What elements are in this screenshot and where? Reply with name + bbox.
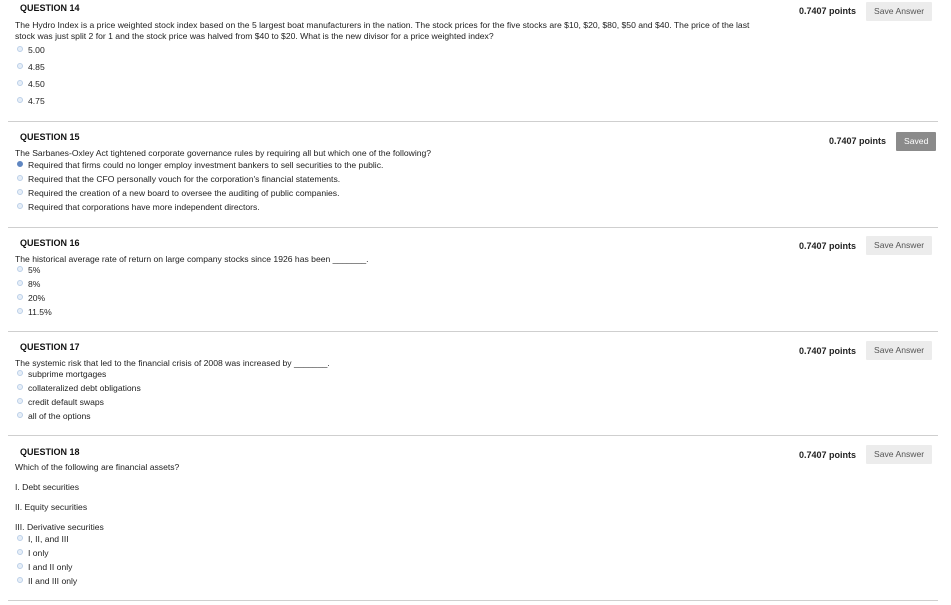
option-label: collateralized debt obligations [28,383,141,393]
radio-icon[interactable] [17,398,23,404]
option-label: 20% [28,293,46,303]
option-label: I, II, and III [28,534,69,544]
question-divider [8,435,938,436]
radio-icon[interactable] [17,97,23,103]
radio-icon[interactable] [17,280,23,286]
radio-icon[interactable] [17,294,23,300]
answer-option[interactable]: 11.5% [17,307,52,318]
radio-icon[interactable] [17,175,23,181]
answer-option[interactable]: I and II only [17,562,72,573]
question-title: QUESTION 18 [20,447,80,457]
answer-option[interactable]: 4.85 [17,62,45,73]
option-label: I and II only [28,562,73,572]
points-label: 0.7407 points [829,136,887,146]
answer-option[interactable]: collateralized debt obligations [17,383,141,394]
answer-option[interactable]: Required that firms could no longer empl… [17,160,383,171]
option-label: 4.50 [28,79,45,89]
radio-icon[interactable] [17,384,23,390]
answer-option[interactable]: II and III only [17,576,77,587]
answer-option[interactable]: credit default swaps [17,397,104,408]
answer-option[interactable]: I, II, and III [17,534,69,545]
option-label: 5.00 [28,45,45,55]
question-title: QUESTION 14 [20,3,80,13]
radio-icon[interactable] [17,563,23,569]
points-label: 0.7407 points [799,450,857,460]
option-label: all of the options [28,411,91,421]
radio-icon[interactable] [17,577,23,583]
radio-icon[interactable] [17,189,23,195]
question-divider [8,227,938,228]
saved-status-button[interactable]: Saved [896,132,937,151]
radio-icon[interactable] [17,203,23,209]
option-label: 4.85 [28,62,45,72]
statement-text: I. Debt securities [15,482,79,492]
question-title: QUESTION 17 [20,342,80,352]
option-label: 5% [28,265,41,275]
option-label: subprime mortgages [28,369,107,379]
option-label: Required that firms could no longer empl… [28,160,384,170]
question-text: Which of the following are financial ass… [15,462,180,472]
question-divider [8,600,938,601]
radio-icon[interactable] [17,308,23,314]
option-label: Required that corporations have more ind… [28,202,260,212]
answer-option[interactable]: I only [17,548,49,559]
points-label: 0.7407 points [799,6,857,16]
option-label: 4.75 [28,96,45,106]
answer-option[interactable]: Required that the CFO personally vouch f… [17,174,340,185]
option-label: credit default swaps [28,397,104,407]
radio-icon[interactable] [17,549,23,555]
radio-icon[interactable] [17,370,23,376]
points-label: 0.7407 points [799,241,857,251]
answer-option[interactable]: 5% [17,265,40,276]
save-answer-button[interactable]: Save Answer [866,2,933,21]
answer-option[interactable]: 4.75 [17,96,45,107]
radio-icon[interactable] [17,80,23,86]
question-title: QUESTION 16 [20,238,80,248]
question-text: The historical average rate of return on… [15,254,369,264]
question-title: QUESTION 15 [20,132,80,142]
radio-icon[interactable] [17,535,23,541]
answer-option[interactable]: 4.50 [17,79,45,90]
option-label: Required the creation of a new board to … [28,188,340,198]
answer-option[interactable]: 20% [17,293,45,304]
answer-option[interactable]: Required that corporations have more ind… [17,202,260,213]
statement-text: III. Derivative securities [15,522,104,532]
radio-icon-selected[interactable] [17,161,23,167]
answer-option[interactable]: Required the creation of a new board to … [17,188,339,199]
option-label: 8% [28,279,41,289]
answer-option[interactable]: subprime mortgages [17,369,106,380]
radio-icon[interactable] [17,266,23,272]
option-label: 11.5% [28,307,52,317]
points-label: 0.7407 points [799,346,857,356]
save-answer-button[interactable]: Save Answer [866,445,933,464]
radio-icon[interactable] [17,412,23,418]
answer-option[interactable]: 8% [17,279,40,290]
radio-icon[interactable] [17,46,23,52]
answer-option[interactable]: all of the options [17,411,91,422]
answer-option[interactable]: 5.00 [17,45,45,56]
statement-text: II. Equity securities [15,502,88,512]
question-text: The systemic risk that led to the financ… [15,358,330,368]
radio-icon[interactable] [17,63,23,69]
save-answer-button[interactable]: Save Answer [866,341,933,360]
option-label: I only [28,548,49,558]
question-text: The Hydro Index is a price weighted stoc… [15,20,750,41]
question-divider [8,121,938,122]
question-text: The Sarbanes-Oxley Act tightened corpora… [15,148,432,158]
option-label: Required that the CFO personally vouch f… [28,174,341,184]
save-answer-button[interactable]: Save Answer [866,236,933,255]
question-divider [8,331,938,332]
option-label: II and III only [28,576,78,586]
